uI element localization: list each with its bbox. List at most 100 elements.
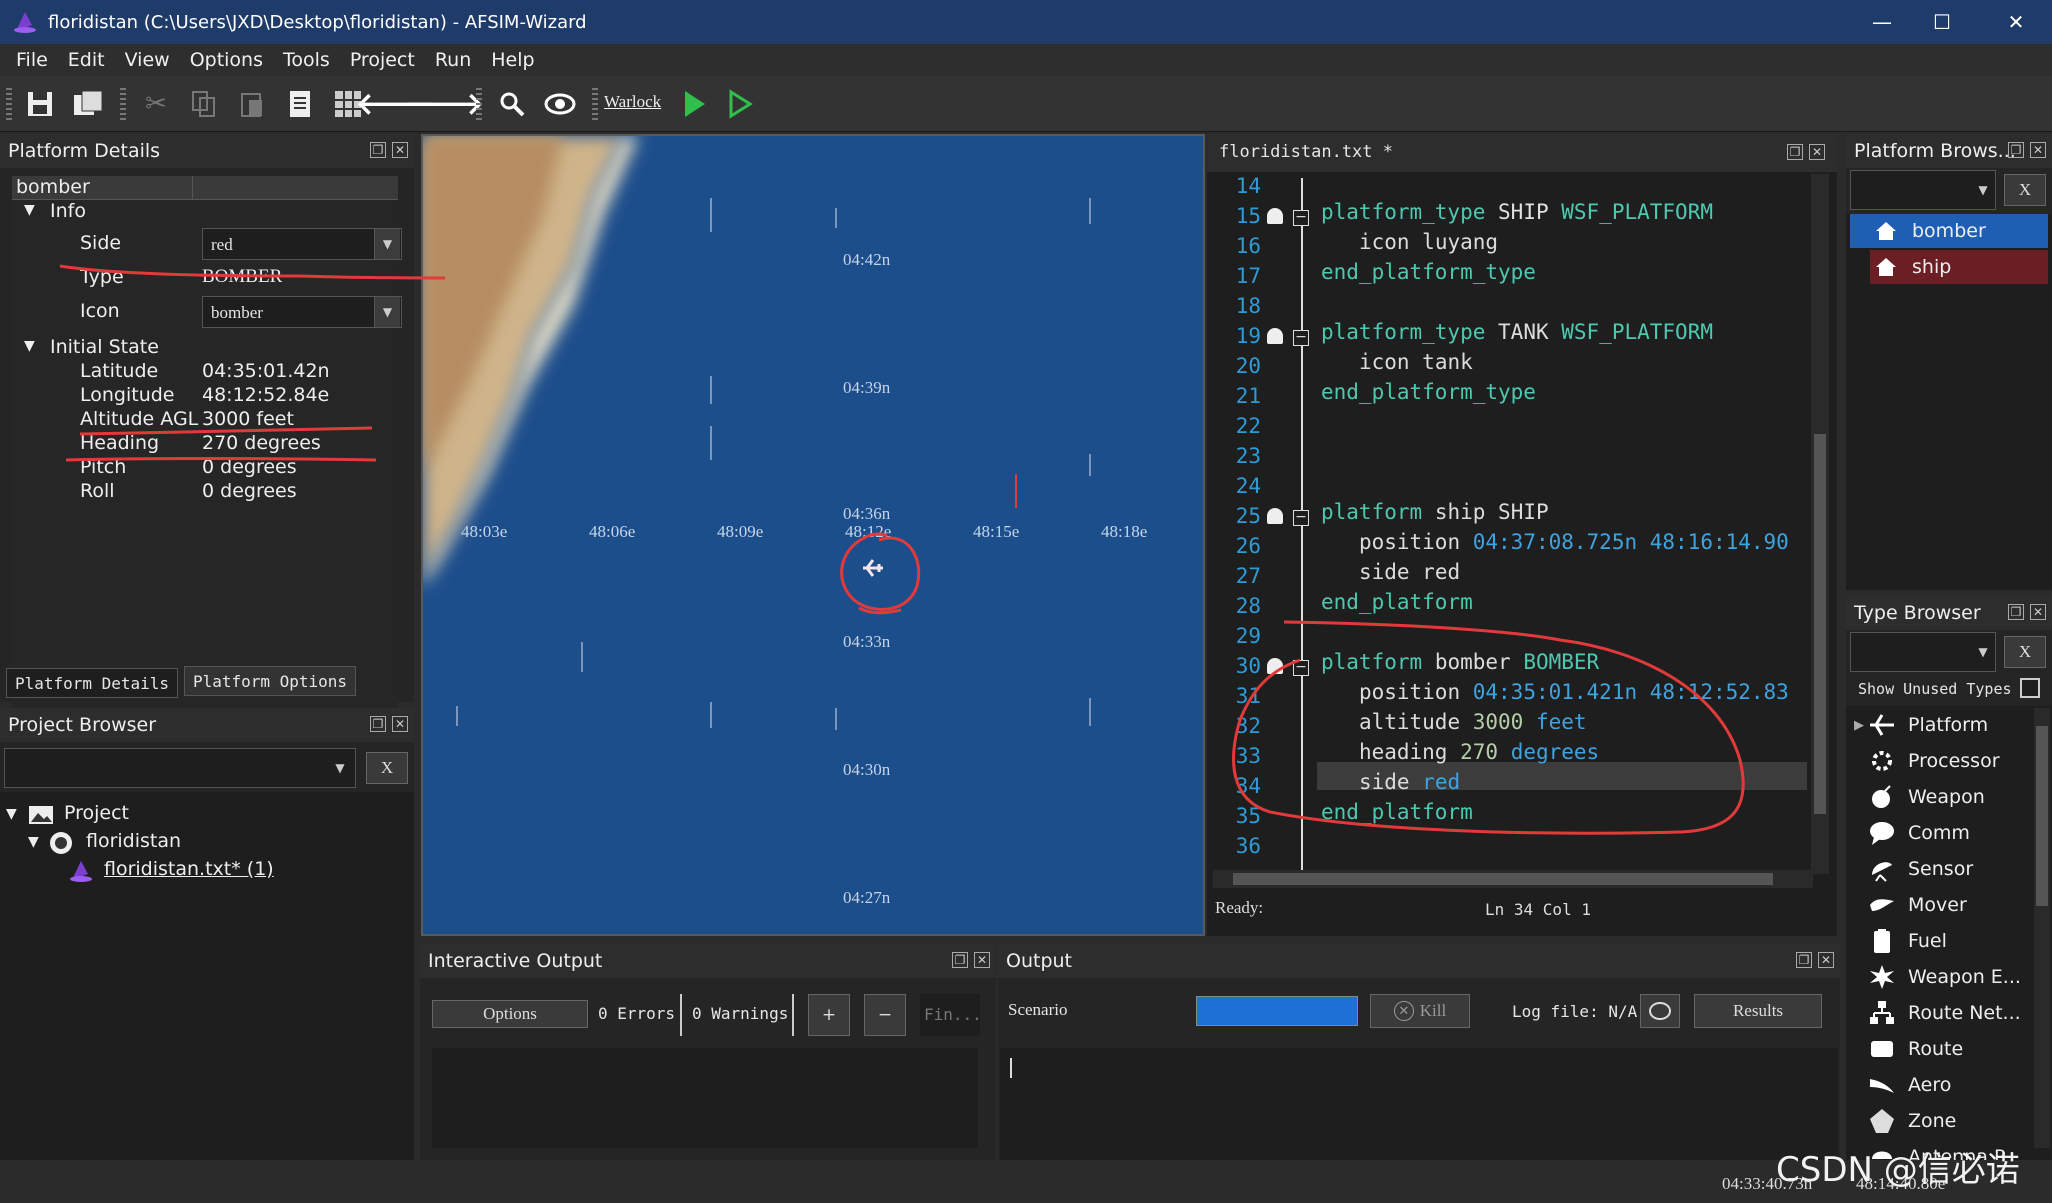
warlock-button[interactable]: Warlock	[604, 92, 661, 112]
float-icon[interactable]: ❐	[1796, 952, 1812, 968]
file-node[interactable]: floridistan.txt* (1)	[104, 858, 274, 880]
float-icon[interactable]: ❐	[1787, 144, 1803, 160]
type-item[interactable]: Comm	[1846, 816, 2032, 850]
collapse-arrow-icon[interactable]: ▼	[24, 202, 35, 218]
folder-node[interactable]: floridistan	[86, 830, 181, 852]
open-log-button[interactable]	[1640, 994, 1680, 1028]
fold-toggle-icon[interactable]: −	[1293, 660, 1309, 676]
close-icon[interactable]: ✕	[2030, 604, 2046, 620]
kill-button[interactable]: ✕ Kill	[1370, 994, 1470, 1028]
platform-item-bomber[interactable]: bomber	[1850, 214, 2048, 248]
results-button[interactable]: Results	[1694, 994, 1822, 1028]
close-icon[interactable]: ✕	[1818, 952, 1834, 968]
fold-toggle-icon[interactable]: −	[1293, 210, 1309, 226]
search-icon[interactable]	[494, 86, 530, 122]
close-icon[interactable]: ✕	[2030, 142, 2046, 158]
close-icon[interactable]: ✕	[1809, 144, 1825, 160]
float-icon[interactable]: ❐	[952, 952, 968, 968]
menu-project[interactable]: Project	[340, 49, 425, 71]
close-icon[interactable]: ✕	[392, 716, 408, 732]
code-editor[interactable]: floridistan.txt * ❐ ✕ platform_type SHIP …	[1207, 134, 1837, 936]
clear-button[interactable]: X	[366, 752, 408, 784]
close-icon[interactable]: ✕	[392, 142, 408, 158]
project-search-input[interactable]	[4, 748, 356, 788]
menu-help[interactable]: Help	[481, 49, 544, 71]
toolbar-grip[interactable]	[6, 88, 12, 120]
icon-select[interactable]: bomber	[202, 296, 402, 328]
type-item[interactable]: Weapon	[1846, 780, 2032, 814]
save-icon[interactable]	[22, 86, 58, 122]
show-unused-checkbox[interactable]	[2020, 678, 2040, 698]
output-console[interactable]	[1000, 1048, 1838, 1160]
float-icon[interactable]: ❐	[370, 716, 386, 732]
editor-tab[interactable]: floridistan.txt *	[1207, 134, 1837, 172]
type-item[interactable]: Aero	[1846, 1068, 2032, 1102]
type-item[interactable]: Processor	[1846, 744, 2032, 778]
chevron-down-icon[interactable]: ▼	[326, 750, 354, 786]
collapse-arrow-icon[interactable]: ▼	[6, 806, 17, 822]
interactive-output-area[interactable]	[432, 1048, 978, 1148]
tab-platform-options[interactable]: Platform Options	[184, 666, 356, 696]
maximize-button[interactable]: ☐	[1912, 0, 1972, 44]
platform-item-ship[interactable]: ship	[1870, 250, 2048, 284]
vertical-scrollbar[interactable]	[2034, 708, 2050, 1148]
save-all-icon[interactable]	[70, 86, 106, 122]
type-item[interactable]: Route Net...	[1846, 996, 2032, 1030]
chevron-down-icon[interactable]: ▼	[1970, 634, 1996, 670]
side-select[interactable]: red	[202, 228, 402, 260]
latitude-value[interactable]: 04:35:01.42n	[202, 360, 330, 382]
clear-button[interactable]: X	[2004, 636, 2046, 668]
zoom-in-button[interactable]: +	[808, 994, 850, 1036]
run-icon[interactable]	[676, 86, 712, 122]
roll-value[interactable]: 0 degrees	[202, 480, 297, 502]
forward-arrow-icon[interactable]: 🡒	[404, 86, 484, 122]
clear-button[interactable]: X	[2004, 174, 2046, 206]
zoom-out-button[interactable]: −	[864, 994, 906, 1036]
type-item[interactable]: Platform	[1846, 708, 2032, 742]
menu-options[interactable]: Options	[180, 49, 273, 71]
minimize-button[interactable]: —	[1852, 0, 1912, 44]
bookmark-icon[interactable]	[1267, 328, 1283, 344]
chevron-down-icon[interactable]: ▼	[374, 229, 400, 259]
type-item[interactable]: Route	[1846, 1032, 2032, 1066]
altitude-value[interactable]: 3000 feet	[202, 408, 294, 430]
fold-toggle-icon[interactable]: −	[1293, 330, 1309, 346]
chevron-down-icon[interactable]: ▼	[374, 297, 400, 327]
heading-value[interactable]: 270 degrees	[202, 432, 321, 454]
tab-platform-details[interactable]: Platform Details	[6, 668, 178, 698]
options-button[interactable]: Options	[432, 1000, 588, 1028]
float-icon[interactable]: ❐	[2008, 142, 2024, 158]
close-button[interactable]: ✕	[1986, 0, 2046, 44]
float-icon[interactable]: ❐	[2008, 604, 2024, 620]
menu-edit[interactable]: Edit	[58, 49, 115, 71]
menu-file[interactable]: File	[6, 49, 58, 71]
type-item[interactable]: Mover	[1846, 888, 2032, 922]
menu-view[interactable]: View	[115, 49, 180, 71]
type-item[interactable]: Fuel	[1846, 924, 2032, 958]
longitude-value[interactable]: 48:12:52.84e	[202, 384, 329, 406]
cut-icon[interactable]: ✂	[138, 86, 174, 122]
fold-toggle-icon[interactable]: −	[1293, 510, 1309, 526]
horizontal-scrollbar[interactable]	[1213, 870, 1813, 888]
warnings-count[interactable]: 0 Warnings	[692, 1004, 788, 1023]
eye-icon[interactable]	[542, 86, 578, 122]
copy-icon[interactable]	[186, 86, 222, 122]
map-view[interactable]: 04:42n 04:39n 04:36n 04:33n 04:30n 04:27…	[421, 134, 1205, 936]
bookmark-icon[interactable]	[1267, 658, 1283, 674]
type-item[interactable]: Zone	[1846, 1104, 2032, 1138]
menu-run[interactable]: Run	[425, 49, 481, 71]
bookmark-icon[interactable]	[1267, 508, 1283, 524]
bookmark-icon[interactable]	[1267, 208, 1283, 224]
project-node[interactable]: Project	[64, 802, 129, 824]
paste-icon[interactable]	[234, 86, 270, 122]
run-outline-icon[interactable]	[722, 86, 758, 122]
type-item[interactable]: Sensor	[1846, 852, 2032, 886]
document-icon[interactable]	[282, 86, 318, 122]
chevron-down-icon[interactable]: ▼	[1970, 172, 1996, 208]
type-item[interactable]: Weapon E...	[1846, 960, 2032, 994]
menu-tools[interactable]: Tools	[273, 49, 340, 71]
vertical-scrollbar[interactable]	[1811, 174, 1829, 874]
float-icon[interactable]: ❐	[370, 142, 386, 158]
close-icon[interactable]: ✕	[974, 952, 990, 968]
collapse-arrow-icon[interactable]: ▼	[28, 834, 39, 850]
